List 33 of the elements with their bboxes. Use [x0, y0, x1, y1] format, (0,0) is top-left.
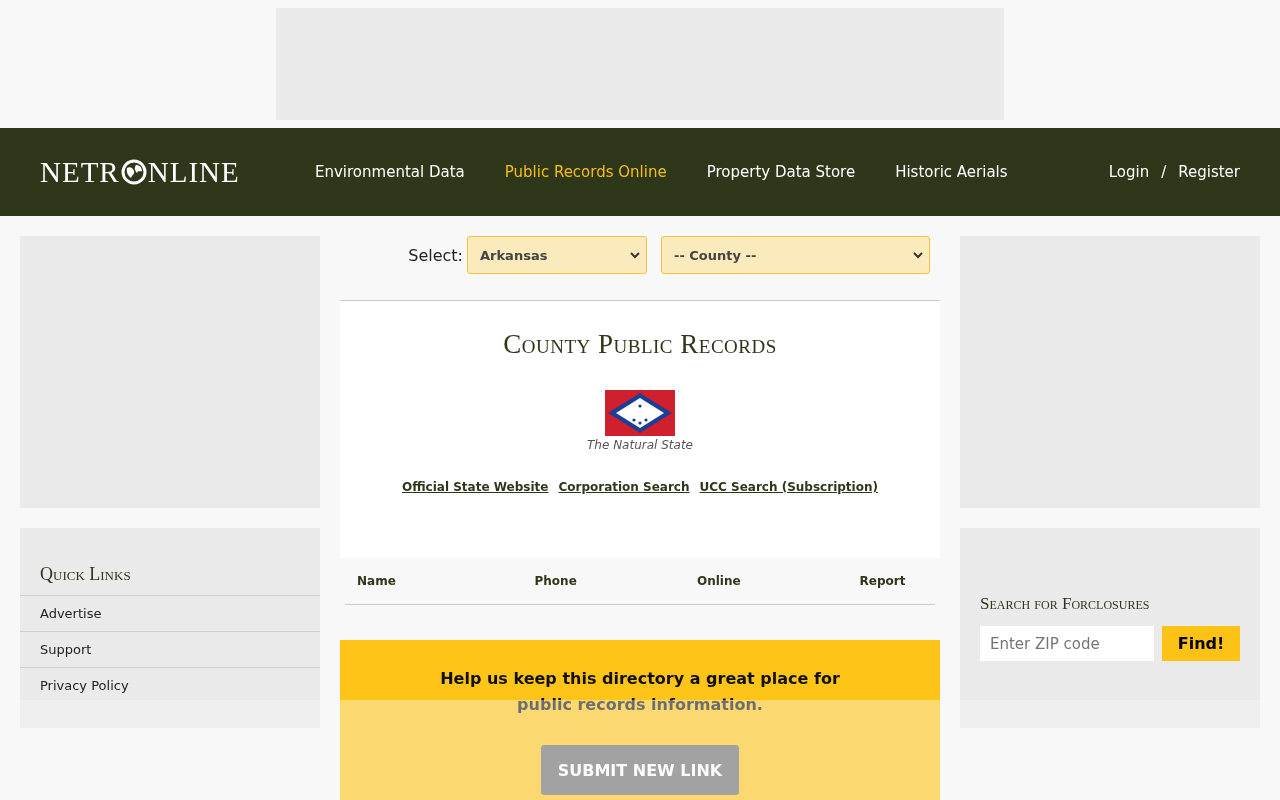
separator: /: [1161, 163, 1167, 181]
section-title: Quick Links: [40, 564, 132, 585]
logo-text: NETR: [40, 155, 120, 189]
globe-icon: [120, 159, 147, 185]
resource-link[interactable]: UCC Search (Subscription): [699, 480, 878, 494]
nav-link[interactable]: Historic Aerials: [895, 163, 1008, 181]
nav-link[interactable]: Environmental Data: [315, 163, 465, 181]
flag-icon: [605, 390, 675, 436]
page-title: County Public Records: [503, 329, 777, 360]
resource-link[interactable]: Corporation Search: [558, 480, 690, 494]
find-button[interactable]: Find!: [1162, 626, 1240, 661]
nav-link[interactable]: Public Records Online: [504, 163, 667, 181]
section-title: Search for Forclosures: [980, 594, 1151, 614]
column-header: Online: [696, 574, 742, 588]
chevron-icon: [630, 251, 640, 259]
county-dropdown[interactable]: -- County --: [661, 236, 930, 274]
quick-link[interactable]: Advertise: [20, 595, 320, 631]
state-motto: The Natural State: [587, 438, 693, 452]
select-label: Select:: [408, 245, 463, 265]
quick-link[interactable]: Privacy Policy: [20, 667, 320, 703]
zip-field[interactable]: Enter ZIP code: [980, 626, 1154, 661]
logo-text: NLINE: [147, 155, 240, 189]
nav-link[interactable]: Property Data Store: [706, 163, 856, 181]
chevron-icon: [913, 251, 923, 259]
column-header: Name: [356, 574, 397, 588]
quick-link[interactable]: Support: [20, 631, 320, 667]
register-link[interactable]: Register: [1178, 163, 1240, 181]
column-header: Phone: [533, 574, 578, 588]
resource-link[interactable]: Official State Website: [402, 480, 549, 494]
login-link[interactable]: Login: [1108, 163, 1150, 181]
column-header: Report: [858, 574, 907, 588]
state-dropdown[interactable]: Arkansas: [467, 236, 647, 274]
help-text: Help us keep this directory a great place for public records information.: [440, 668, 840, 716]
